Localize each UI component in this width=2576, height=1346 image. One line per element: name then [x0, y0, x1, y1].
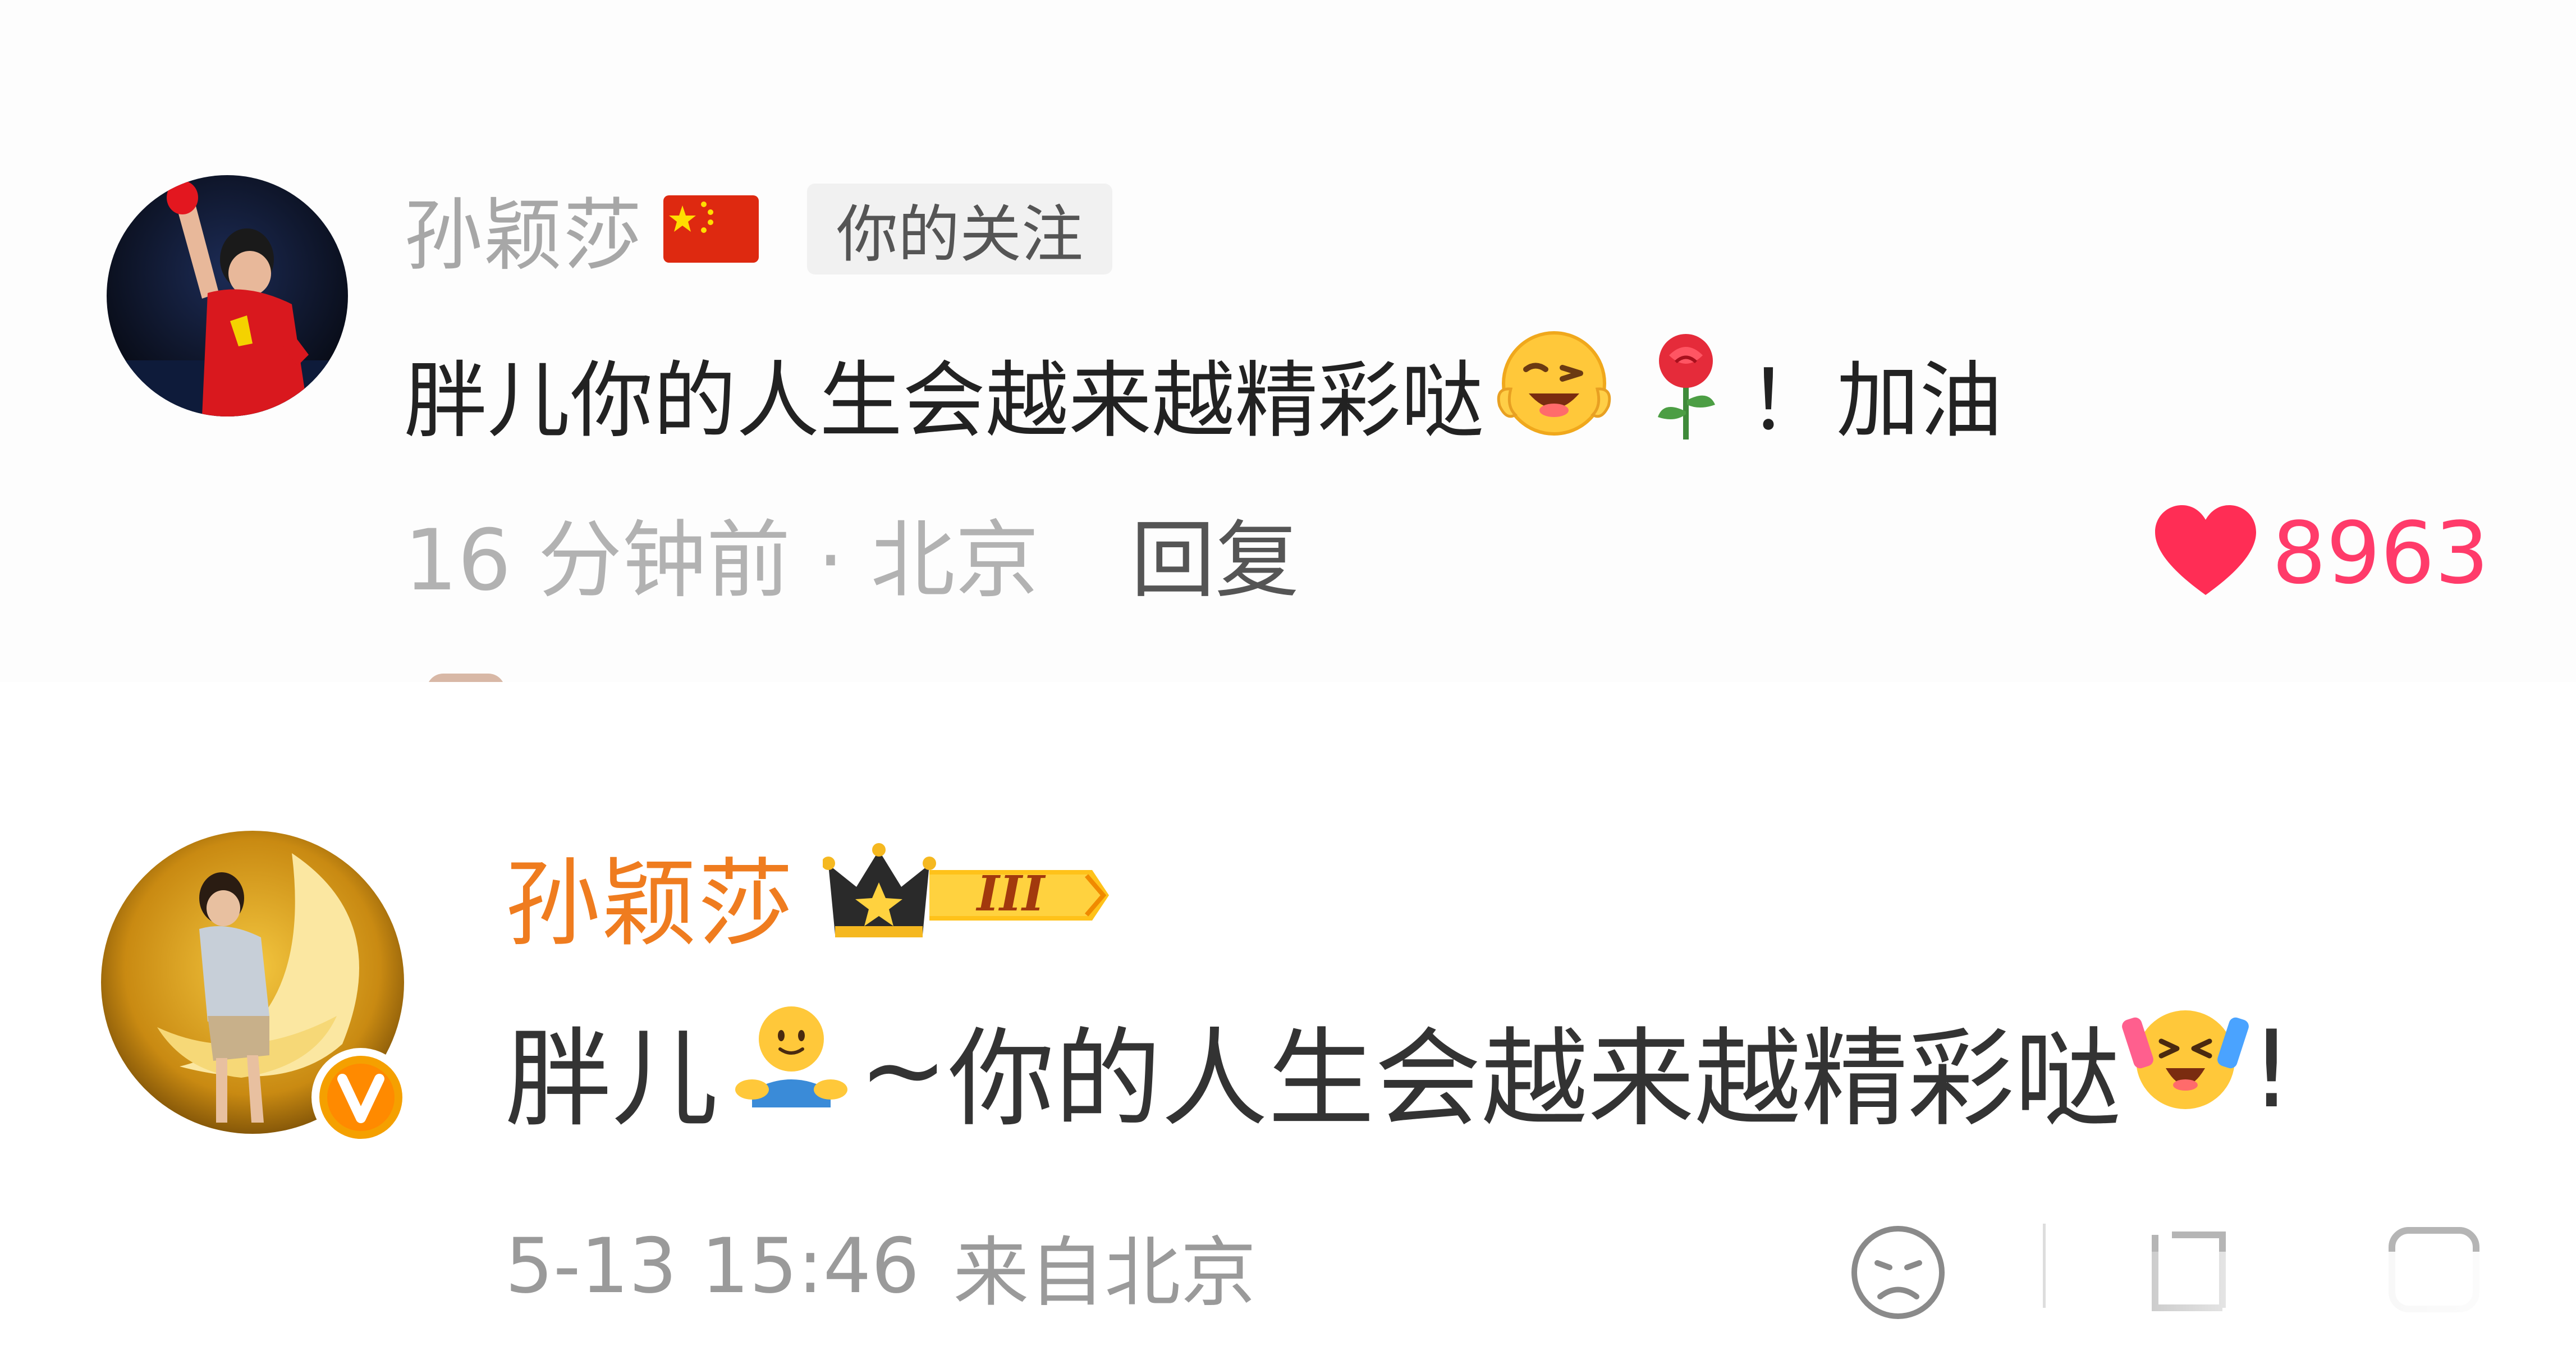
comment-text-main: 胖儿你的人生会越来越精彩哒: [404, 352, 1484, 449]
avatar-photo-icon: [107, 175, 348, 416]
sad-face-icon[interactable]: [1849, 1224, 1947, 1322]
author-name[interactable]: 孙颖莎: [404, 172, 643, 286]
like-button[interactable]: 8963: [2155, 497, 2489, 609]
like-count: 8963: [2272, 503, 2489, 603]
comment-source: 来自北京: [953, 1229, 1257, 1317]
comment-text-punct: ！: [1748, 352, 1831, 449]
comment-text: 胖儿你的人生会越来越精彩哒 ！ 加油: [404, 331, 2002, 455]
author-row: 孙颖莎 III: [505, 834, 1115, 960]
comment-actions: [1835, 1212, 2576, 1325]
follow-badge: 你的关注: [807, 184, 1113, 274]
heart-icon: [2155, 505, 2257, 595]
author-name[interactable]: 孙颖莎: [505, 826, 795, 964]
avatar[interactable]: [107, 175, 348, 416]
verified-v-icon: [311, 1048, 410, 1147]
china-flag-icon: [663, 195, 759, 263]
comment-meta: 16 分钟前 · 北京: [404, 511, 1039, 610]
hug-emoji-icon: [730, 995, 853, 1144]
fade-overlay: [2077, 1252, 2576, 1325]
author-row: 孙颖莎 你的关注: [404, 178, 1113, 282]
comment-text-main: 你的人生会越来越精彩哒: [948, 1017, 2121, 1141]
comment-text-tail: 加油: [1836, 352, 2002, 449]
comment-card-2: 孙颖莎 III 胖儿 ~ 你的人生会越来越精彩哒 ! 5-13 15:46 来自…: [0, 682, 2576, 1346]
divider: [2043, 1224, 2046, 1308]
comment-card-1: 孙颖莎 你的关注 胖儿你的人生会越来越精彩哒 ！ 加油 16 分钟前 · 北京 …: [0, 0, 2576, 690]
crown-level-badge-icon: III: [823, 843, 1110, 937]
comment-text-end: !: [2250, 1007, 2293, 1132]
comment-text-tilde: ~: [859, 1007, 948, 1132]
comment-timestamp: 5-13 15:46: [505, 1221, 920, 1310]
reply-button[interactable]: 回复: [1131, 497, 1299, 610]
rose-emoji-icon: [1641, 322, 1731, 465]
comment-meta: 5-13 15:46 来自北京: [505, 1210, 1256, 1322]
comment-text: 胖儿 ~ 你的人生会越来越精彩哒 !: [505, 994, 2293, 1145]
badge-level-text: III: [975, 866, 1046, 922]
comment-text-prefix: 胖儿: [505, 1017, 719, 1141]
cheering-emoji-icon: [2121, 995, 2250, 1144]
wink-emoji-icon: [1484, 322, 1624, 465]
